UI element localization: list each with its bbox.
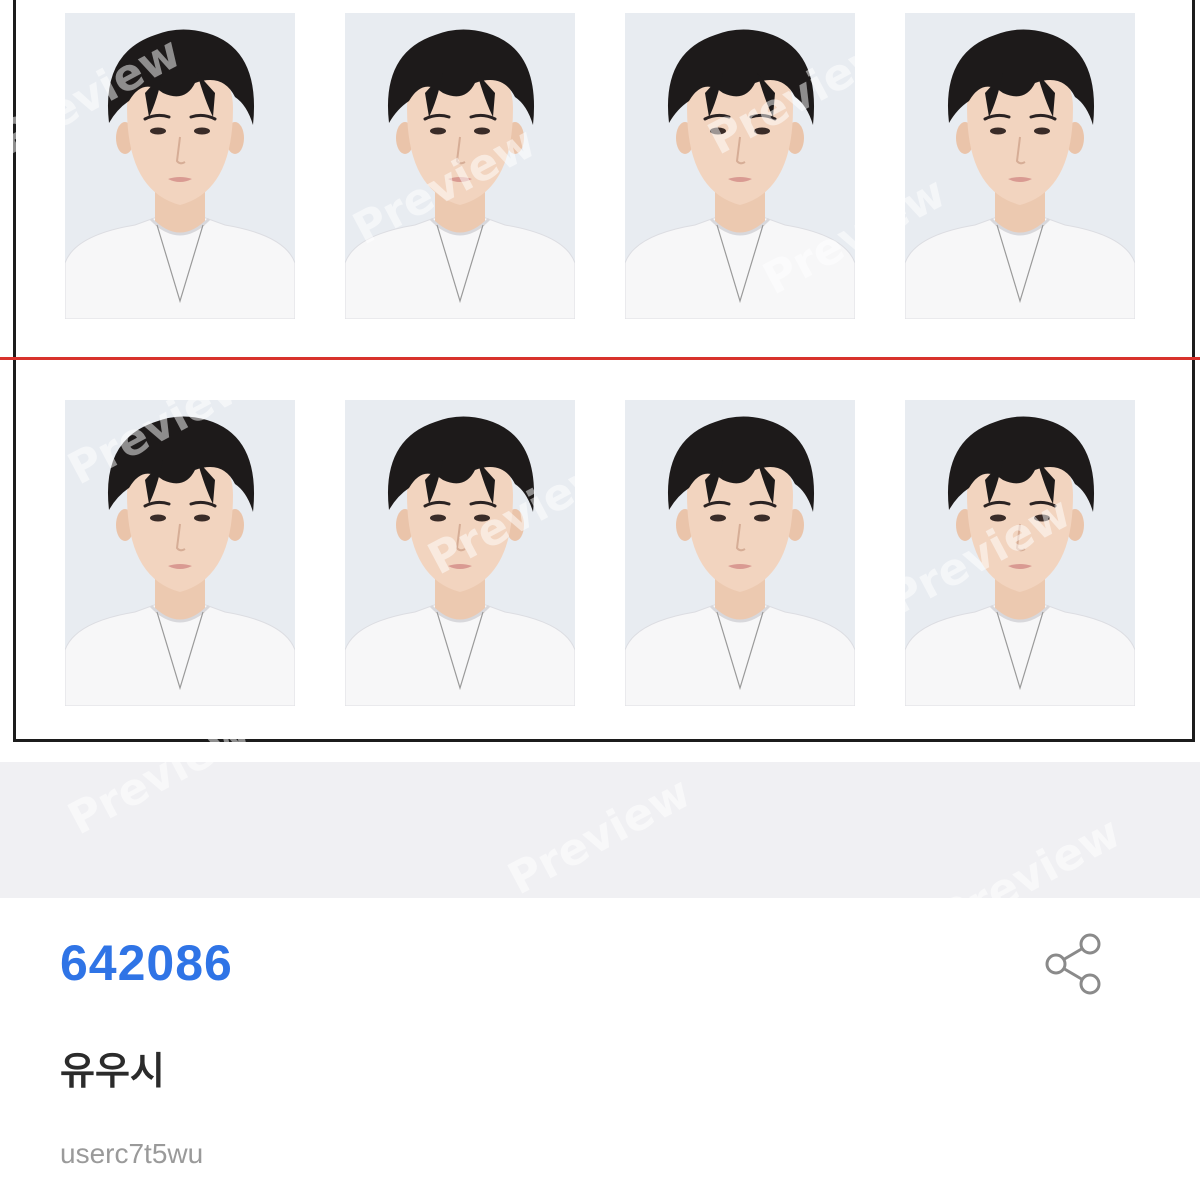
id-photo xyxy=(625,400,855,706)
item-name: 유우시 xyxy=(60,1049,165,1093)
photo-sheet-preview xyxy=(0,0,1200,762)
item-code: 642086 xyxy=(60,935,233,991)
id-photo xyxy=(625,13,855,319)
page: Preview Preview Preview Preview Preview … xyxy=(0,0,1200,1200)
share-button[interactable] xyxy=(1040,932,1110,996)
uploader-username[interactable]: userc7t5wu xyxy=(60,1138,203,1170)
id-photo xyxy=(905,13,1135,319)
id-photo xyxy=(345,400,575,706)
cut-line xyxy=(0,357,1200,360)
item-info: 642086 유우시 userc7t5wu xyxy=(0,898,1200,1200)
id-photo xyxy=(65,400,295,706)
divider-band xyxy=(0,762,1200,898)
id-photo xyxy=(345,13,575,319)
id-photo xyxy=(905,400,1135,706)
id-photo xyxy=(65,13,295,319)
share-icon xyxy=(1045,933,1101,995)
